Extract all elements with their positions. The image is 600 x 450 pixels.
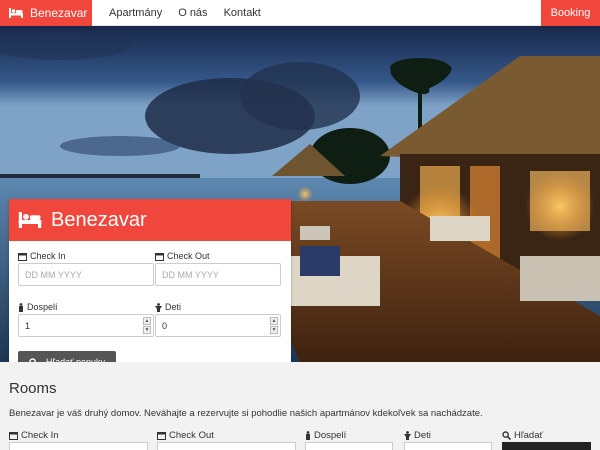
filter-checkout-label: Check Out bbox=[157, 430, 214, 441]
children-stepper[interactable]: 0 ▲ ▼ bbox=[155, 314, 281, 337]
children-label: Deti bbox=[155, 302, 181, 312]
checkin-label-text: Check In bbox=[30, 251, 66, 261]
brand-name: Benezavar bbox=[30, 5, 88, 20]
booking-card-header: Benezavar bbox=[9, 199, 291, 241]
brand-link[interactable]: Benezavar bbox=[0, 0, 92, 26]
filter-children-input[interactable] bbox=[404, 442, 492, 450]
top-navbar: Benezavar Apartmány O nás Kontakt Bookin… bbox=[0, 0, 600, 26]
child-icon bbox=[155, 302, 162, 312]
nav-link-contact[interactable]: Kontakt bbox=[216, 0, 269, 26]
checkout-input[interactable]: DD MM YYYY bbox=[155, 263, 281, 286]
booking-card: Benezavar Check In DD MM YYYY Check Out … bbox=[9, 199, 291, 382]
checkin-input[interactable]: DD MM YYYY bbox=[18, 263, 154, 286]
person-icon bbox=[19, 302, 23, 312]
filter-checkin-label: Check In bbox=[9, 430, 59, 441]
children-spinner[interactable]: ▲ ▼ bbox=[270, 317, 278, 334]
adults-label-text: Dospelí bbox=[27, 302, 58, 312]
booking-card-title: Benezavar bbox=[51, 208, 147, 231]
person-icon bbox=[306, 431, 310, 440]
rooms-title: Rooms bbox=[9, 380, 57, 397]
booking-button[interactable]: Booking bbox=[541, 0, 600, 26]
checkout-label-text: Check Out bbox=[167, 251, 210, 261]
chevron-down-icon[interactable]: ▼ bbox=[143, 326, 151, 334]
chevron-up-icon[interactable]: ▲ bbox=[270, 317, 278, 325]
filter-search-button[interactable] bbox=[502, 442, 591, 450]
adults-spinner[interactable]: ▲ ▼ bbox=[143, 317, 151, 334]
rooms-intro: Benezavar je váš druhý domov. Neváhajte … bbox=[9, 408, 483, 419]
filter-checkin-text: Check In bbox=[21, 430, 59, 441]
search-icon bbox=[502, 431, 511, 440]
children-label-text: Deti bbox=[165, 302, 182, 312]
filter-adults-label: Dospelí bbox=[305, 430, 346, 441]
adults-label: Dospelí bbox=[18, 302, 58, 312]
nav-link-apartments[interactable]: Apartmány bbox=[101, 0, 170, 26]
chevron-down-icon[interactable]: ▼ bbox=[270, 326, 278, 334]
nav-link-about[interactable]: O nás bbox=[170, 0, 215, 26]
filter-children-text: Deti bbox=[414, 430, 431, 441]
chevron-up-icon[interactable]: ▲ bbox=[143, 317, 151, 325]
bed-icon bbox=[9, 7, 23, 18]
adults-value: 1 bbox=[25, 320, 31, 331]
filter-checkout-input[interactable] bbox=[157, 442, 296, 450]
calendar-icon bbox=[155, 252, 164, 261]
filter-children-label: Deti bbox=[404, 430, 431, 441]
filter-search-text: Hľadať bbox=[514, 430, 544, 441]
calendar-icon bbox=[9, 432, 18, 440]
child-icon bbox=[404, 431, 411, 440]
filter-adults-text: Dospelí bbox=[314, 430, 347, 441]
filter-checkin-input[interactable] bbox=[9, 442, 148, 450]
filter-search-label: Hľadať bbox=[502, 430, 543, 441]
children-value: 0 bbox=[162, 320, 168, 331]
filter-adults-input[interactable] bbox=[305, 442, 393, 450]
bed-icon bbox=[18, 212, 42, 228]
calendar-icon bbox=[157, 432, 166, 440]
checkin-label: Check In bbox=[18, 251, 66, 261]
checkout-label: Check Out bbox=[155, 251, 210, 261]
filter-checkout-text: Check Out bbox=[169, 430, 214, 441]
adults-stepper[interactable]: 1 ▲ ▼ bbox=[18, 314, 154, 337]
calendar-icon bbox=[18, 252, 27, 261]
